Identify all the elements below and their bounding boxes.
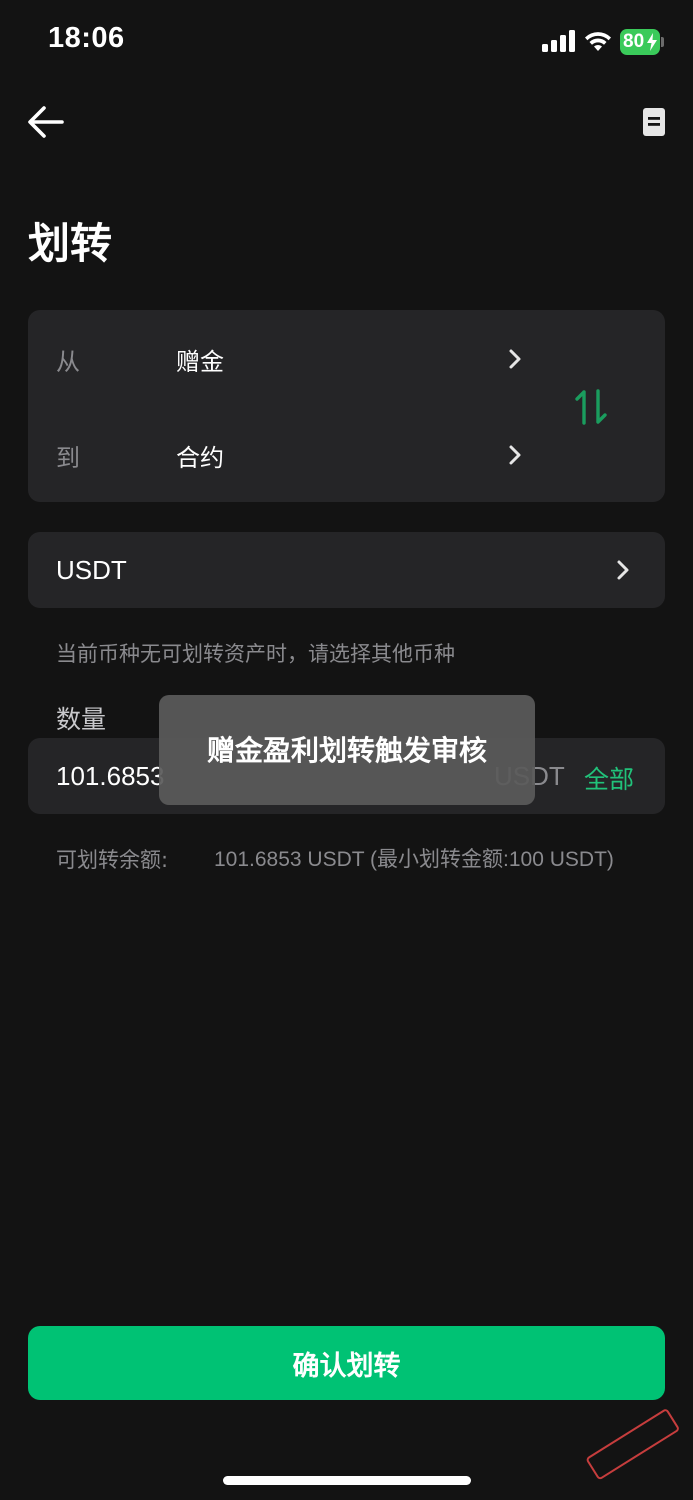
chevron-right-icon <box>509 445 521 465</box>
quantity-label: 数量 <box>56 705 107 734</box>
charging-bolt-icon <box>647 33 657 51</box>
to-account-value: 合约 <box>176 444 224 472</box>
document-icon[interactable] <box>640 106 668 138</box>
toast-text: 赠金盈利划转触发审核 <box>206 734 487 767</box>
max-all-button[interactable]: 全部 <box>584 760 634 796</box>
arrow-left-icon[interactable] <box>26 103 66 141</box>
chevron-right-icon <box>617 560 629 580</box>
available-balance-label: 可划转余额: <box>56 848 169 872</box>
toast-message: 赠金盈利划转触发审核 <box>159 695 535 805</box>
swap-vertical-icon[interactable] <box>574 388 608 426</box>
signal-icon <box>542 30 575 52</box>
available-balance-value: 101.6853 USDT (最小划转金额:100 USDT) <box>214 848 614 871</box>
status-time: 18:06 <box>48 22 125 54</box>
to-label: 到 <box>56 444 80 472</box>
battery-icon: 80 <box>620 29 664 55</box>
coin-select[interactable]: USDT <box>28 532 665 608</box>
watermark-stamp <box>585 1407 681 1481</box>
chevron-right-icon <box>509 349 521 369</box>
from-account-value: 赠金 <box>176 348 224 376</box>
from-label: 从 <box>56 348 80 376</box>
watermark-logo <box>580 1397 690 1491</box>
transfer-account-card: 从 赠金 到 合约 <box>28 310 665 502</box>
coin-select-value: USDT <box>56 555 127 585</box>
coin-hint-text: 当前币种无可划转资产时，请选择其他币种 <box>56 642 455 666</box>
page-title: 划转 <box>28 219 113 268</box>
battery-nub <box>661 37 664 47</box>
home-indicator <box>223 1476 471 1485</box>
wifi-icon <box>585 32 611 51</box>
to-account-row[interactable]: 到 合约 <box>28 414 548 494</box>
confirm-transfer-button[interactable]: 确认划转 <box>28 1326 665 1400</box>
from-account-row[interactable]: 从 赠金 <box>28 318 548 398</box>
